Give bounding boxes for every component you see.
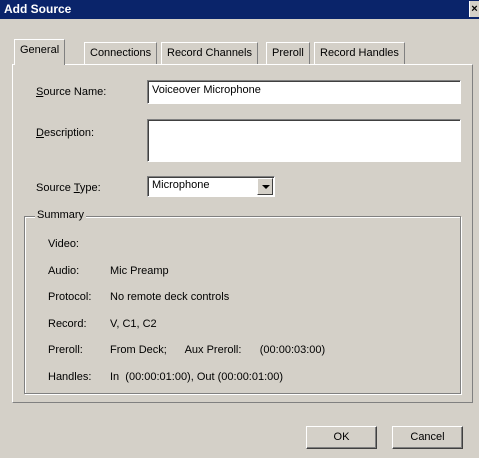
summary-key-record: Record: bbox=[48, 318, 87, 330]
tab-label: Connections bbox=[90, 47, 152, 59]
dropdown-button[interactable] bbox=[257, 178, 273, 195]
source-type-select[interactable]: Microphone bbox=[147, 176, 275, 197]
tab-connections[interactable]: Connections bbox=[84, 42, 158, 64]
tab-label: Record Channels bbox=[167, 47, 252, 59]
window-title: Add Source bbox=[4, 2, 72, 16]
ok-button[interactable]: OK bbox=[306, 426, 377, 449]
description-input[interactable] bbox=[147, 119, 461, 162]
tab-label: General bbox=[20, 44, 60, 56]
summary-group: Summary bbox=[24, 209, 461, 394]
summary-title: Summary bbox=[35, 209, 87, 221]
summary-key-video: Video: bbox=[48, 238, 79, 250]
summary-key-preroll: Preroll: bbox=[48, 344, 83, 356]
summary-key-handles: Handles: bbox=[48, 371, 92, 383]
summary-value-audio: Mic Preamp bbox=[110, 265, 169, 277]
summary-key-audio: Audio: bbox=[48, 265, 80, 277]
title-bar[interactable]: Add Source × bbox=[0, 0, 479, 19]
summary-value-handles: In (00:00:01:00), Out (00:00:01:00) bbox=[110, 371, 284, 383]
source-type-label: Source Type: bbox=[36, 182, 101, 194]
tab-general[interactable]: General bbox=[14, 39, 66, 65]
summary-key-protocol: Protocol: bbox=[48, 291, 92, 303]
tab-label: Preroll bbox=[272, 47, 304, 59]
tab-preroll[interactable]: Preroll bbox=[266, 42, 310, 64]
tab-label: Record Handles bbox=[320, 47, 399, 59]
add-source-dialog: Add Source × General Connections Record … bbox=[0, 0, 479, 458]
summary-value-preroll: From Deck; Aux Preroll: (00:00:03:00) bbox=[110, 344, 326, 356]
tab-record-channels[interactable]: Record Channels bbox=[161, 42, 258, 64]
cancel-button[interactable]: Cancel bbox=[392, 426, 463, 449]
source-name-label: Source Name: bbox=[36, 86, 107, 98]
description-label: Description: bbox=[36, 127, 95, 139]
source-name-input[interactable]: Voiceover Microphone bbox=[147, 80, 461, 104]
summary-value-record: V, C1, C2 bbox=[110, 318, 157, 330]
tab-record-handles[interactable]: Record Handles bbox=[314, 42, 405, 64]
close-icon[interactable]: × bbox=[469, 1, 479, 17]
summary-value-protocol: No remote deck controls bbox=[110, 291, 230, 303]
chevron-down-icon bbox=[262, 185, 270, 189]
